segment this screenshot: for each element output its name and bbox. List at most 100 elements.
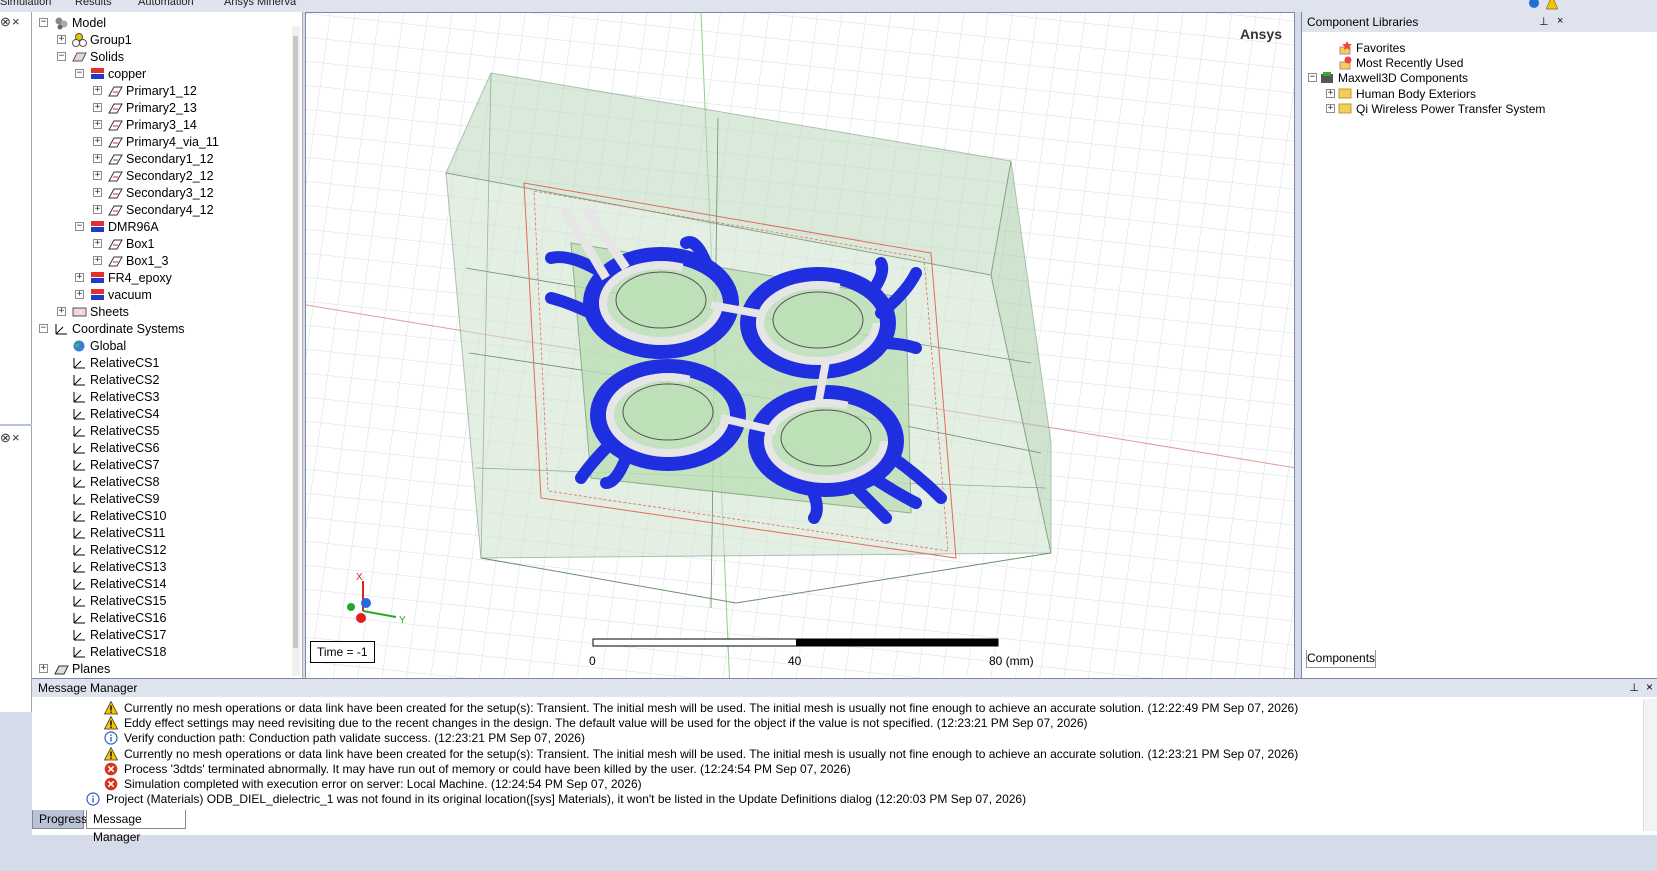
expand-icon[interactable]: + (93, 205, 102, 214)
tree-item-secondary2-12[interactable]: + Secondary2_12 (32, 167, 292, 185)
expand-icon[interactable]: + (93, 239, 102, 248)
model-scene[interactable]: X Y (306, 13, 1295, 712)
expand-icon[interactable]: + (75, 290, 84, 299)
tree-item-secondary4-12[interactable]: + Secondary4_12 (32, 201, 292, 219)
tree-item-dmr96a[interactable]: − DMR96A (32, 218, 292, 236)
tree-item-relativecs4[interactable]: RelativeCS4 (32, 405, 292, 423)
library-item-maxwell3d-components[interactable]: − Maxwell3D Components (1308, 70, 1638, 86)
tree-item-secondary1-12[interactable]: + Secondary1_12 (32, 150, 292, 168)
collapse-icon[interactable]: − (57, 52, 66, 61)
tree-item-relativecs12[interactable]: RelativeCS12 (32, 541, 292, 559)
expand-icon[interactable]: + (93, 103, 102, 112)
tree-item-relativecs9[interactable]: RelativeCS9 (32, 490, 292, 508)
expand-icon[interactable]: + (93, 120, 102, 129)
tree-item-fr4-epoxy[interactable]: + FR4_epoxy (32, 269, 292, 287)
expand-icon[interactable]: + (57, 35, 66, 44)
expand-icon[interactable]: + (93, 256, 102, 265)
expand-icon[interactable]: + (93, 171, 102, 180)
tree-item-relativecs15[interactable]: RelativeCS15 (32, 592, 292, 610)
close-icon[interactable]: × (12, 430, 20, 445)
tree-scrollbar-thumb[interactable] (293, 36, 298, 648)
tree-item-relativecs5[interactable]: RelativeCS5 (32, 422, 292, 440)
tree-item-label: RelativeCS5 (90, 424, 160, 438)
tab-components[interactable]: Components (1306, 650, 1376, 668)
pin-icon[interactable]: ⊥ (1629, 681, 1639, 694)
expand-icon[interactable]: + (75, 273, 84, 282)
tree-item-relativecs16[interactable]: RelativeCS16 (32, 609, 292, 627)
help-icon[interactable] (1528, 0, 1540, 10)
tree-item-secondary3-12[interactable]: + Secondary3_12 (32, 184, 292, 202)
ribbon-tab-automation[interactable]: Automation (138, 0, 194, 8)
close-icon[interactable]: ⊗ (0, 430, 11, 446)
ribbon-tab-simulation[interactable]: Simulation (0, 0, 51, 8)
expand-icon[interactable]: + (93, 188, 102, 197)
tree-item-coordinate-systems[interactable]: − Coordinate Systems (32, 320, 292, 338)
tree-item-relativecs2[interactable]: RelativeCS2 (32, 371, 292, 389)
library-item-qi-wireless-power-transfer-system[interactable]: + Qi Wireless Power Transfer System (1308, 101, 1638, 117)
expand-icon[interactable]: + (93, 86, 102, 95)
expand-icon[interactable]: + (57, 307, 66, 316)
message-info[interactable]: Verify conduction path: Conduction path … (104, 730, 1604, 746)
cs-icon (72, 356, 87, 370)
message-error[interactable]: Process '3dtds' terminated abnormally. I… (104, 761, 1604, 777)
tree-item-primary3-14[interactable]: + Primary3_14 (32, 116, 292, 134)
message-info[interactable]: Project (Materials) ODB_DIEL_dielectric_… (86, 791, 1586, 807)
collapse-icon[interactable]: − (39, 324, 48, 333)
tree-item-relativecs18[interactable]: RelativeCS18 (32, 643, 292, 661)
tree-item-relativecs17[interactable]: RelativeCS17 (32, 626, 292, 644)
expand-icon[interactable]: + (93, 154, 102, 163)
tree-item-box1-3[interactable]: + Box1_3 (32, 252, 292, 270)
message-error[interactable]: Simulation completed with execution erro… (104, 776, 1604, 792)
close-icon[interactable]: ⊗ (0, 14, 11, 30)
ribbon-tab-results[interactable]: Results (75, 0, 112, 8)
message-warning[interactable]: Currently no mesh operations or data lin… (103, 700, 1604, 716)
collapse-icon[interactable]: − (75, 69, 84, 78)
collapse-icon[interactable]: − (39, 18, 48, 27)
tree-item-relativecs6[interactable]: RelativeCS6 (32, 439, 292, 457)
tree-item-label: RelativeCS1 (90, 356, 160, 370)
tree-item-model[interactable]: − Model (32, 14, 292, 32)
tree-item-global[interactable]: Global (32, 337, 292, 355)
tree-item-planes[interactable]: + Planes (32, 660, 292, 678)
tree-item-group1[interactable]: + Group1 (32, 31, 292, 49)
tree-item-relativecs10[interactable]: RelativeCS10 (32, 507, 292, 525)
tree-item-primary2-13[interactable]: + Primary2_13 (32, 99, 292, 117)
message-text: Eddy effect settings may need revisiting… (124, 716, 1088, 731)
tree-item-relativecs7[interactable]: RelativeCS7 (32, 456, 292, 474)
library-item-most-recently-used[interactable]: Most Recently Used (1308, 55, 1638, 71)
3d-modeler-viewport[interactable]: X Y Ansys Time = -1 0 40 80 (mm) (305, 12, 1295, 712)
tree-item-primary1-12[interactable]: + Primary1_12 (32, 82, 292, 100)
close-icon[interactable]: × (12, 14, 20, 29)
tree-item-relativecs13[interactable]: RelativeCS13 (32, 558, 292, 576)
tree-item-relativecs1[interactable]: RelativeCS1 (32, 354, 292, 372)
expand-icon[interactable]: + (1326, 88, 1335, 98)
collapse-icon[interactable]: − (75, 222, 84, 231)
message-warning[interactable]: Eddy effect settings may need revisiting… (103, 715, 1604, 731)
ribbon-tab-ansys-minerva[interactable]: Ansys Minerva (224, 0, 296, 8)
collapse-icon[interactable]: − (1308, 73, 1317, 83)
library-item-favorites[interactable]: Favorites (1308, 40, 1638, 56)
tab-message-manager[interactable]: Message Manager (86, 810, 186, 844)
tab-progress[interactable]: Progress (32, 810, 87, 829)
tree-scrollbar[interactable] (292, 26, 300, 676)
expand-icon[interactable]: + (93, 137, 102, 146)
message-scrollbar[interactable] (1643, 699, 1657, 831)
close-icon[interactable]: × (1646, 680, 1653, 694)
message-text: Currently no mesh operations or data lin… (124, 746, 1299, 761)
expand-icon[interactable]: + (1326, 103, 1335, 113)
tree-item-relativecs3[interactable]: RelativeCS3 (32, 388, 292, 406)
tree-item-solids[interactable]: − Solids (32, 48, 292, 66)
expand-icon[interactable]: + (39, 664, 48, 673)
close-icon[interactable]: × (1557, 15, 1563, 27)
tree-item-box1[interactable]: + Box1 (32, 235, 292, 253)
tree-item-vacuum[interactable]: + vacuum (32, 286, 292, 304)
pin-icon[interactable]: ⊥ (1539, 15, 1549, 28)
tree-item-relativecs11[interactable]: RelativeCS11 (32, 524, 292, 542)
library-item-human-body-exteriors[interactable]: + Human Body Exteriors (1308, 86, 1638, 102)
message-warning[interactable]: Currently no mesh operations or data lin… (103, 746, 1604, 762)
tree-item-relativecs8[interactable]: RelativeCS8 (32, 473, 292, 491)
tree-item-relativecs14[interactable]: RelativeCS14 (32, 575, 292, 593)
tree-item-copper[interactable]: − copper (32, 65, 292, 83)
tree-item-sheets[interactable]: + Sheets (32, 303, 292, 321)
tree-item-primary4-via-11[interactable]: + Primary4_via_11 (32, 133, 292, 151)
